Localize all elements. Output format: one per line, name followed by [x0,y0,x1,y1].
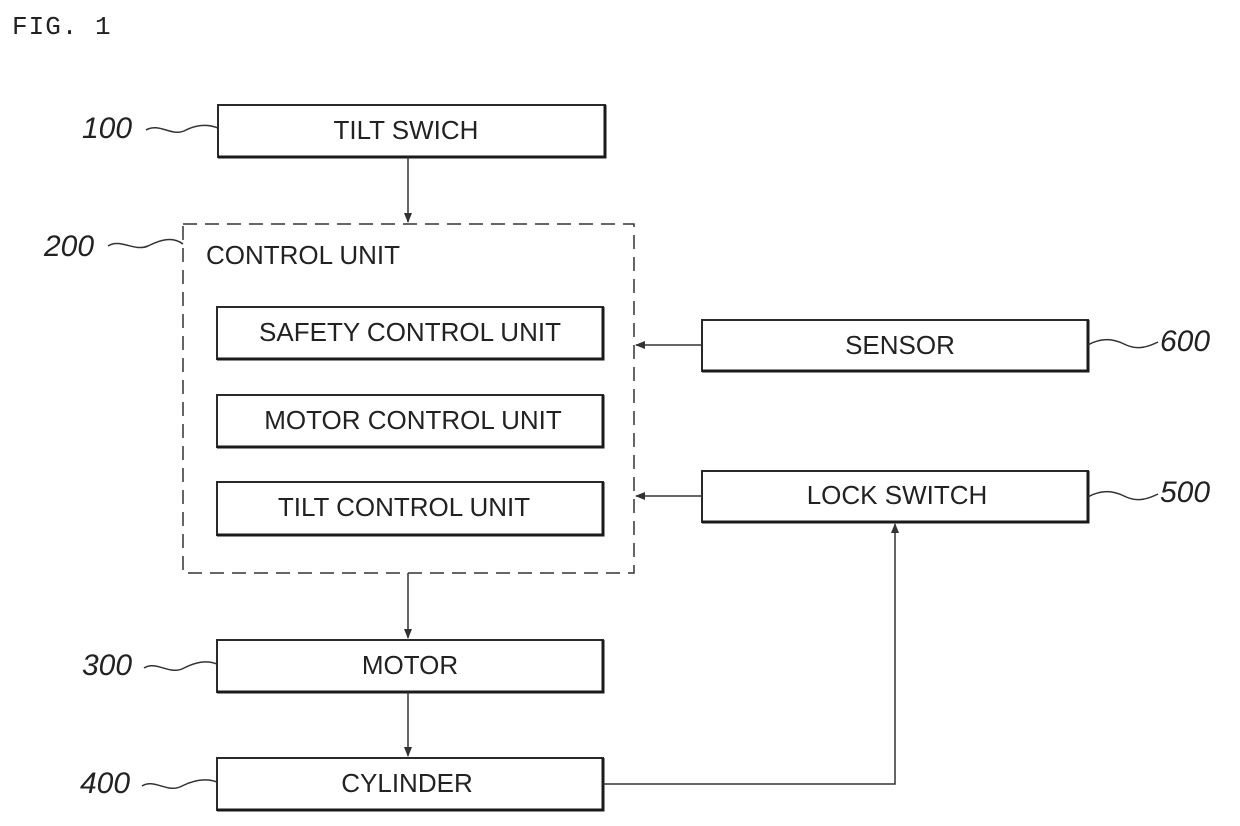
block-diagram: TILT SWICH 100 CONTROL UNIT SAFETY CONTR… [43,104,1210,812]
control-unit-block: CONTROL UNIT SAFETY CONTROL UNIT MOTOR C… [182,223,635,574]
leader-line-100 [145,124,219,133]
tilt-switch-label: TILT SWICH [334,115,479,145]
ref-number-400: 400 [80,767,130,800]
tilt-switch-ref: 100 [82,112,219,145]
tilt-switch-block: TILT SWICH [217,104,607,159]
tilt-control-unit-block: TILT CONTROL UNIT [216,481,605,537]
lock-switch-label: LOCK SWITCH [807,480,988,510]
leader-line-400 [141,779,218,789]
cylinder-label: CYLINDER [341,768,472,798]
lock-switch-block: LOCK SWITCH [701,470,1090,524]
motor-control-unit-label: MOTOR CONTROL UNIT [264,405,562,435]
safety-control-unit-label: SAFETY CONTROL UNIT [259,317,561,347]
sensor-ref: 600 [1087,325,1210,358]
motor-ref: 300 [82,649,218,682]
motor-control-unit-block: MOTOR CONTROL UNIT [216,394,605,449]
control-unit-ref: 200 [43,230,184,263]
lock-switch-ref: 500 [1087,476,1210,509]
ref-number-100: 100 [82,112,132,145]
ref-number-500: 500 [1160,476,1210,509]
leader-line-200 [107,238,184,249]
tilt-control-unit-label: TILT CONTROL UNIT [278,492,530,522]
cylinder-block: CYLINDER [216,757,605,812]
ref-number-600: 600 [1160,325,1210,358]
leader-line-300 [143,661,218,671]
ref-number-200: 200 [43,230,94,263]
arrow-cylinder-to-lock-switch [603,523,899,785]
safety-control-unit-block: SAFETY CONTROL UNIT [216,306,605,361]
leader-line-600 [1087,338,1159,349]
ref-number-300: 300 [82,649,132,682]
motor-label: MOTOR [362,650,458,680]
control-unit-label: CONTROL UNIT [206,240,400,270]
sensor-label: SENSOR [845,330,955,360]
leader-line-500 [1087,490,1159,501]
motor-block: MOTOR [216,639,605,694]
sensor-block: SENSOR [701,319,1090,373]
cylinder-ref: 400 [80,767,218,800]
